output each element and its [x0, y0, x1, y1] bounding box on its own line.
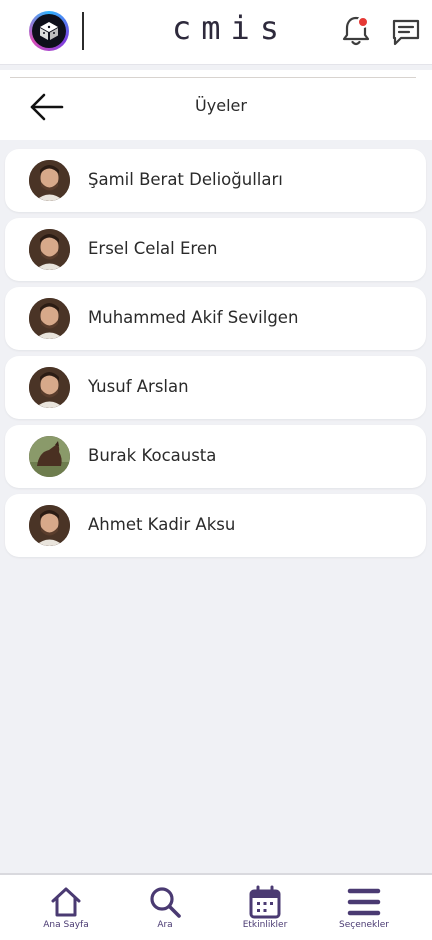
member-name: Ersel Celal Eren — [88, 239, 218, 258]
member-item[interactable]: Ahmet Kadir Aksu — [5, 494, 426, 557]
nav-options[interactable]: Seçenekler — [319, 885, 409, 940]
member-name: Muhammed Akif Sevilgen — [88, 308, 299, 327]
avatar — [29, 160, 70, 201]
member-item[interactable]: Şamil Berat Delioğulları — [5, 149, 426, 212]
member-item[interactable]: Yusuf Arslan — [5, 356, 426, 419]
search-icon — [150, 887, 181, 918]
avatar — [29, 367, 70, 408]
brand-title: cmis — [172, 9, 290, 47]
member-name: Ahmet Kadir Aksu — [88, 515, 236, 534]
member-item[interactable]: Burak Kocausta — [5, 425, 426, 488]
avatar — [29, 505, 70, 546]
calendar-icon — [249, 885, 281, 919]
page-title: Üyeler — [195, 96, 247, 115]
nav-events-label: Etkinlikler — [242, 920, 288, 930]
chat-icon[interactable] — [390, 16, 422, 48]
member-name: Burak Kocausta — [88, 446, 217, 465]
bottom-navigation: Ana Sayfa Ara Etkinlikler Seçenekler — [0, 873, 432, 940]
avatar — [29, 229, 70, 270]
sub-header: Üyeler — [0, 70, 432, 140]
nav-options-label: Seçenekler — [339, 920, 389, 930]
member-name: Yusuf Arslan — [88, 377, 189, 396]
nav-home[interactable]: Ana Sayfa — [21, 885, 111, 940]
home-icon — [51, 887, 81, 917]
avatar — [29, 436, 70, 477]
member-item[interactable]: Ersel Celal Eren — [5, 218, 426, 281]
menu-icon — [347, 888, 381, 916]
header-divider — [82, 12, 84, 50]
nav-search-label: Ara — [157, 920, 173, 930]
member-list: Şamil Berat Delioğulları Ersel Celal Ere… — [5, 149, 426, 563]
member-item[interactable]: Muhammed Akif Sevilgen — [5, 287, 426, 350]
member-name: Şamil Berat Delioğulları — [88, 170, 283, 189]
app-logo[interactable] — [29, 11, 69, 51]
subheader-divider — [10, 77, 416, 78]
nav-home-label: Ana Sayfa — [43, 920, 89, 930]
notification-badge — [357, 16, 369, 28]
nav-events[interactable]: Etkinlikler — [220, 885, 310, 940]
nav-search[interactable]: Ara — [120, 885, 210, 940]
avatar — [29, 298, 70, 339]
top-bar: cmis — [0, 0, 432, 65]
cube-logo-icon — [32, 14, 66, 48]
